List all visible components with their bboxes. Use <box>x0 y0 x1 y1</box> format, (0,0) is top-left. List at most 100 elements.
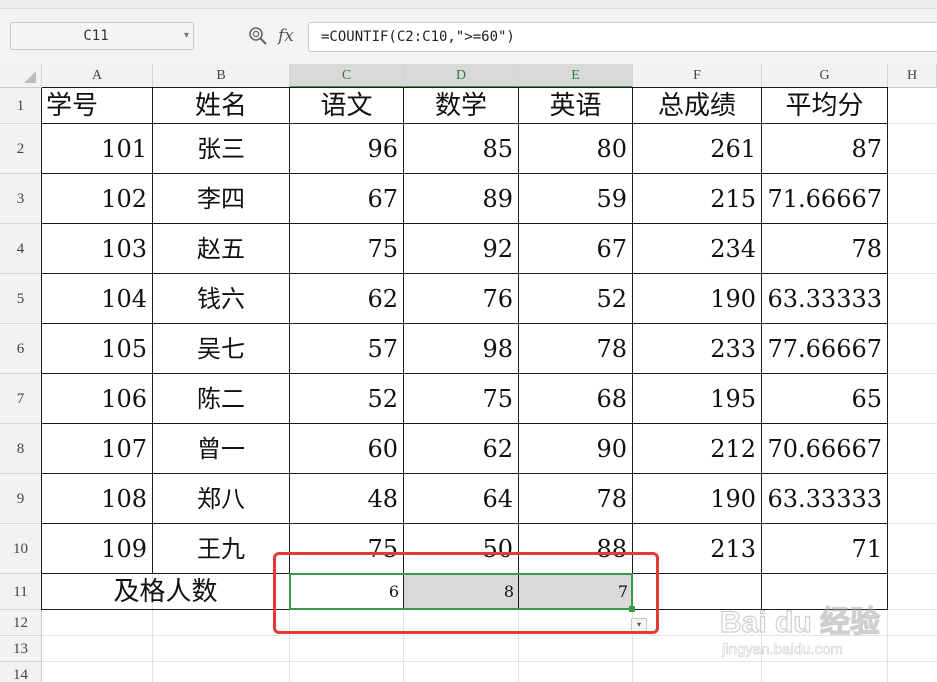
data-cell[interactable]: 98 <box>404 324 519 374</box>
data-cell[interactable]: 吴七 <box>153 324 290 374</box>
data-cell[interactable]: 105 <box>42 324 153 374</box>
row-header-9[interactable]: 9 <box>0 474 42 524</box>
data-cell[interactable]: 71 <box>762 524 888 574</box>
row-header-14[interactable]: 14 <box>0 662 42 682</box>
column-header-e[interactable]: E <box>519 64 633 88</box>
data-cell[interactable]: 212 <box>633 424 762 474</box>
row-header-11[interactable]: 11 <box>0 574 42 610</box>
data-cell[interactable]: 87 <box>762 124 888 174</box>
pass-count-cell[interactable]: 7 <box>519 574 633 610</box>
data-cell[interactable]: 190 <box>633 274 762 324</box>
pass-count-cell[interactable]: 8 <box>404 574 519 610</box>
column-header-f[interactable]: F <box>633 64 762 88</box>
data-cell[interactable]: 李四 <box>153 174 290 224</box>
data-cell[interactable]: 78 <box>762 224 888 274</box>
data-cell[interactable]: 52 <box>290 374 404 424</box>
data-cell[interactable]: 234 <box>633 224 762 274</box>
data-cell[interactable]: 郑八 <box>153 474 290 524</box>
data-cell[interactable]: 52 <box>519 274 633 324</box>
data-cell[interactable]: 钱六 <box>153 274 290 324</box>
row-header-3[interactable]: 3 <box>0 174 42 224</box>
data-cell[interactable]: 102 <box>42 174 153 224</box>
data-cell[interactable]: 50 <box>404 524 519 574</box>
data-cell[interactable]: 233 <box>633 324 762 374</box>
data-cell[interactable]: 75 <box>404 374 519 424</box>
data-cell[interactable]: 76 <box>404 274 519 324</box>
data-cell[interactable]: 75 <box>290 224 404 274</box>
data-cell[interactable]: 59 <box>519 174 633 224</box>
chevron-down-icon[interactable]: ▾ <box>184 23 189 49</box>
data-cell[interactable]: 106 <box>42 374 153 424</box>
data-cell[interactable]: 215 <box>633 174 762 224</box>
column-header-a[interactable]: A <box>42 64 153 88</box>
header-cell[interactable]: 总成绩 <box>633 88 762 124</box>
header-cell[interactable]: 英语 <box>519 88 633 124</box>
data-cell[interactable]: 77.66667 <box>762 324 888 374</box>
name-box[interactable]: C11 ▾ <box>10 22 194 50</box>
data-cell[interactable]: 108 <box>42 474 153 524</box>
header-cell[interactable]: 语文 <box>290 88 404 124</box>
pass-count-cell[interactable]: 6 <box>290 574 404 610</box>
row-header-1[interactable]: 1 <box>0 88 42 124</box>
data-cell[interactable]: 王九 <box>153 524 290 574</box>
row-header-2[interactable]: 2 <box>0 124 42 174</box>
column-header-g[interactable]: G <box>762 64 888 88</box>
row-header-13[interactable]: 13 <box>0 636 42 662</box>
row-header-6[interactable]: 6 <box>0 324 42 374</box>
data-cell[interactable]: 71.66667 <box>762 174 888 224</box>
data-cell[interactable]: 62 <box>290 274 404 324</box>
data-cell[interactable]: 85 <box>404 124 519 174</box>
data-cell[interactable]: 64 <box>404 474 519 524</box>
data-cell[interactable]: 96 <box>290 124 404 174</box>
header-cell[interactable]: 姓名 <box>153 88 290 124</box>
data-cell[interactable]: 78 <box>519 474 633 524</box>
data-cell[interactable]: 67 <box>519 224 633 274</box>
data-cell[interactable]: 75 <box>290 524 404 574</box>
data-cell[interactable]: 261 <box>633 124 762 174</box>
select-all-corner[interactable] <box>0 64 42 88</box>
row-header-4[interactable]: 4 <box>0 224 42 274</box>
data-cell[interactable]: 赵五 <box>153 224 290 274</box>
data-cell[interactable]: 89 <box>404 174 519 224</box>
header-cell[interactable]: 学号 <box>42 88 153 124</box>
column-header-d[interactable]: D <box>404 64 519 88</box>
fx-icon[interactable]: fx <box>278 22 294 50</box>
column-header-h[interactable]: H <box>888 64 937 88</box>
data-cell[interactable]: 104 <box>42 274 153 324</box>
data-cell[interactable]: 88 <box>519 524 633 574</box>
data-cell[interactable]: 213 <box>633 524 762 574</box>
zoom-magnifier-icon[interactable] <box>248 26 268 46</box>
row-header-10[interactable]: 10 <box>0 524 42 574</box>
data-cell[interactable]: 48 <box>290 474 404 524</box>
autofill-options-button[interactable]: ▾ <box>631 618 647 632</box>
fill-handle[interactable] <box>629 606 635 612</box>
data-cell[interactable]: 曾一 <box>153 424 290 474</box>
row-header-5[interactable]: 5 <box>0 274 42 324</box>
formula-input[interactable]: =COUNTIF(C2:C10,">=60") <box>308 22 937 52</box>
header-cell[interactable]: 数学 <box>404 88 519 124</box>
data-cell[interactable]: 63.33333 <box>762 274 888 324</box>
data-cell[interactable]: 60 <box>290 424 404 474</box>
data-cell[interactable]: 62 <box>404 424 519 474</box>
row-header-8[interactable]: 8 <box>0 424 42 474</box>
column-header-b[interactable]: B <box>153 64 290 88</box>
data-cell[interactable]: 67 <box>290 174 404 224</box>
data-cell[interactable]: 195 <box>633 374 762 424</box>
data-cell[interactable]: 65 <box>762 374 888 424</box>
data-cell[interactable]: 68 <box>519 374 633 424</box>
summary-label-cell[interactable]: 及格人数 <box>42 574 290 610</box>
data-cell[interactable]: 57 <box>290 324 404 374</box>
data-cell[interactable]: 70.66667 <box>762 424 888 474</box>
data-cell[interactable]: 190 <box>633 474 762 524</box>
data-cell[interactable]: 107 <box>42 424 153 474</box>
data-cell[interactable]: 92 <box>404 224 519 274</box>
data-cell[interactable]: 陈二 <box>153 374 290 424</box>
data-cell[interactable]: 63.33333 <box>762 474 888 524</box>
empty-cell[interactable] <box>762 574 888 610</box>
empty-cell[interactable] <box>633 574 762 610</box>
data-cell[interactable]: 103 <box>42 224 153 274</box>
data-cell[interactable]: 109 <box>42 524 153 574</box>
column-header-c[interactable]: C <box>290 64 404 88</box>
data-cell[interactable]: 90 <box>519 424 633 474</box>
row-header-12[interactable]: 12 <box>0 610 42 636</box>
